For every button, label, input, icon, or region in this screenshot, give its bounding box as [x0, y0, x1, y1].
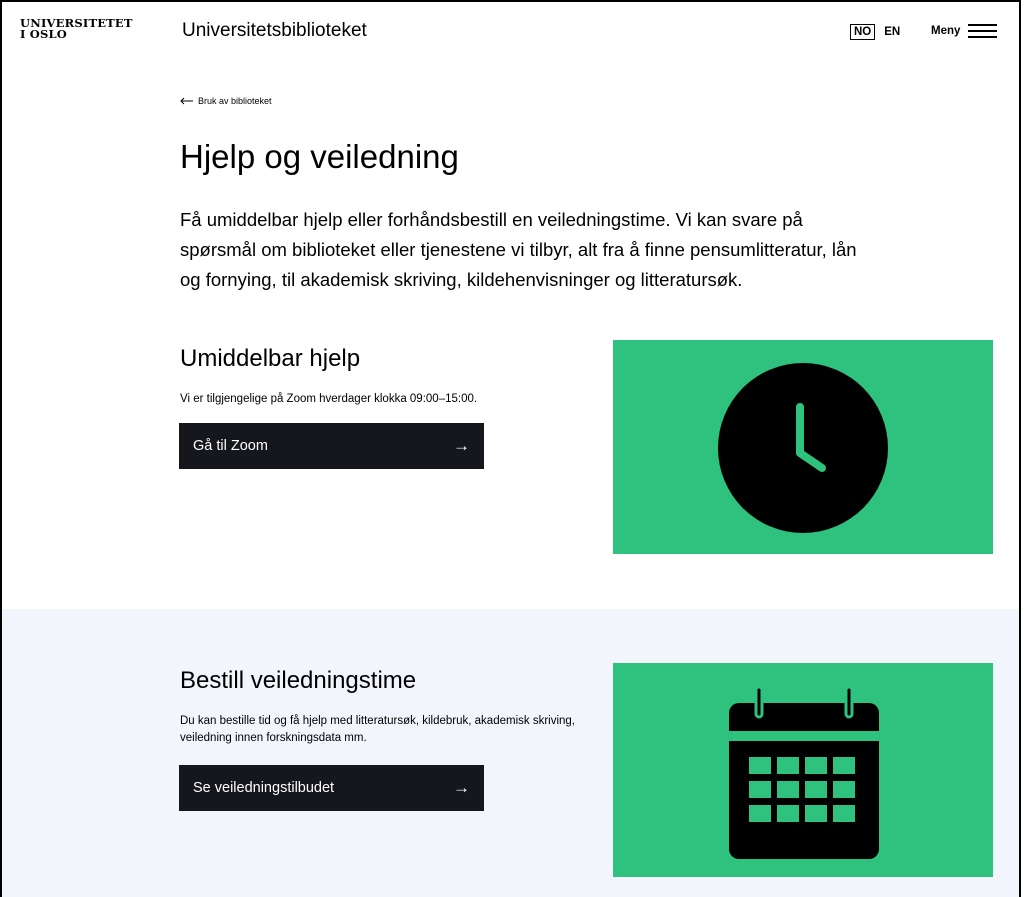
- immediate-help-text: Vi er tilgjengelige på Zoom hverdager kl…: [180, 393, 478, 405]
- arrow-right-icon: →: [453, 778, 470, 797]
- page-title: Hjelp og veiledning: [180, 138, 459, 175]
- booking-illustration: [613, 663, 993, 877]
- site-title[interactable]: Universitetsbiblioteket: [182, 20, 367, 42]
- immediate-help-illustration: [613, 340, 993, 554]
- booking-text: Du kan bestille tid og få hjelp med litt…: [180, 715, 576, 744]
- arrow-left-icon: [180, 97, 193, 105]
- page-frame: UNIVERSITETET I OSLO Universitetsbibliot…: [0, 0, 1021, 897]
- breadcrumb-link[interactable]: Bruk av biblioteket: [198, 96, 272, 106]
- hamburger-icon: [968, 24, 998, 38]
- logo-line-2: I OSLO: [20, 27, 68, 41]
- see-guidance-offer-button[interactable]: Se veiledningstilbudet →: [179, 765, 484, 811]
- uio-logo[interactable]: UNIVERSITETET I OSLO: [20, 17, 133, 41]
- language-switcher: NO EN: [850, 24, 903, 40]
- menu-label: Meny: [931, 25, 961, 37]
- lang-en-link[interactable]: EN: [881, 24, 903, 40]
- menu-button[interactable]: Meny: [931, 24, 998, 38]
- go-to-zoom-button[interactable]: Gå til Zoom →: [179, 423, 484, 469]
- immediate-help-heading: Umiddelbar hjelp: [180, 345, 361, 372]
- site-header: UNIVERSITETET I OSLO Universitetsbibliot…: [2, 2, 1019, 64]
- page-lead: Få umiddelbar hjelp eller forhåndsbestil…: [180, 209, 857, 290]
- clock-icon: [718, 363, 888, 533]
- booking-heading: Bestill veiledningstime: [180, 667, 417, 694]
- see-guidance-offer-label: Se veiledningstilbudet: [193, 780, 335, 796]
- breadcrumb[interactable]: Bruk av biblioteket: [180, 96, 272, 106]
- go-to-zoom-label: Gå til Zoom: [193, 438, 268, 454]
- arrow-right-icon: →: [453, 436, 470, 455]
- lang-no-link[interactable]: NO: [850, 24, 876, 40]
- calendar-icon: [729, 685, 879, 859]
